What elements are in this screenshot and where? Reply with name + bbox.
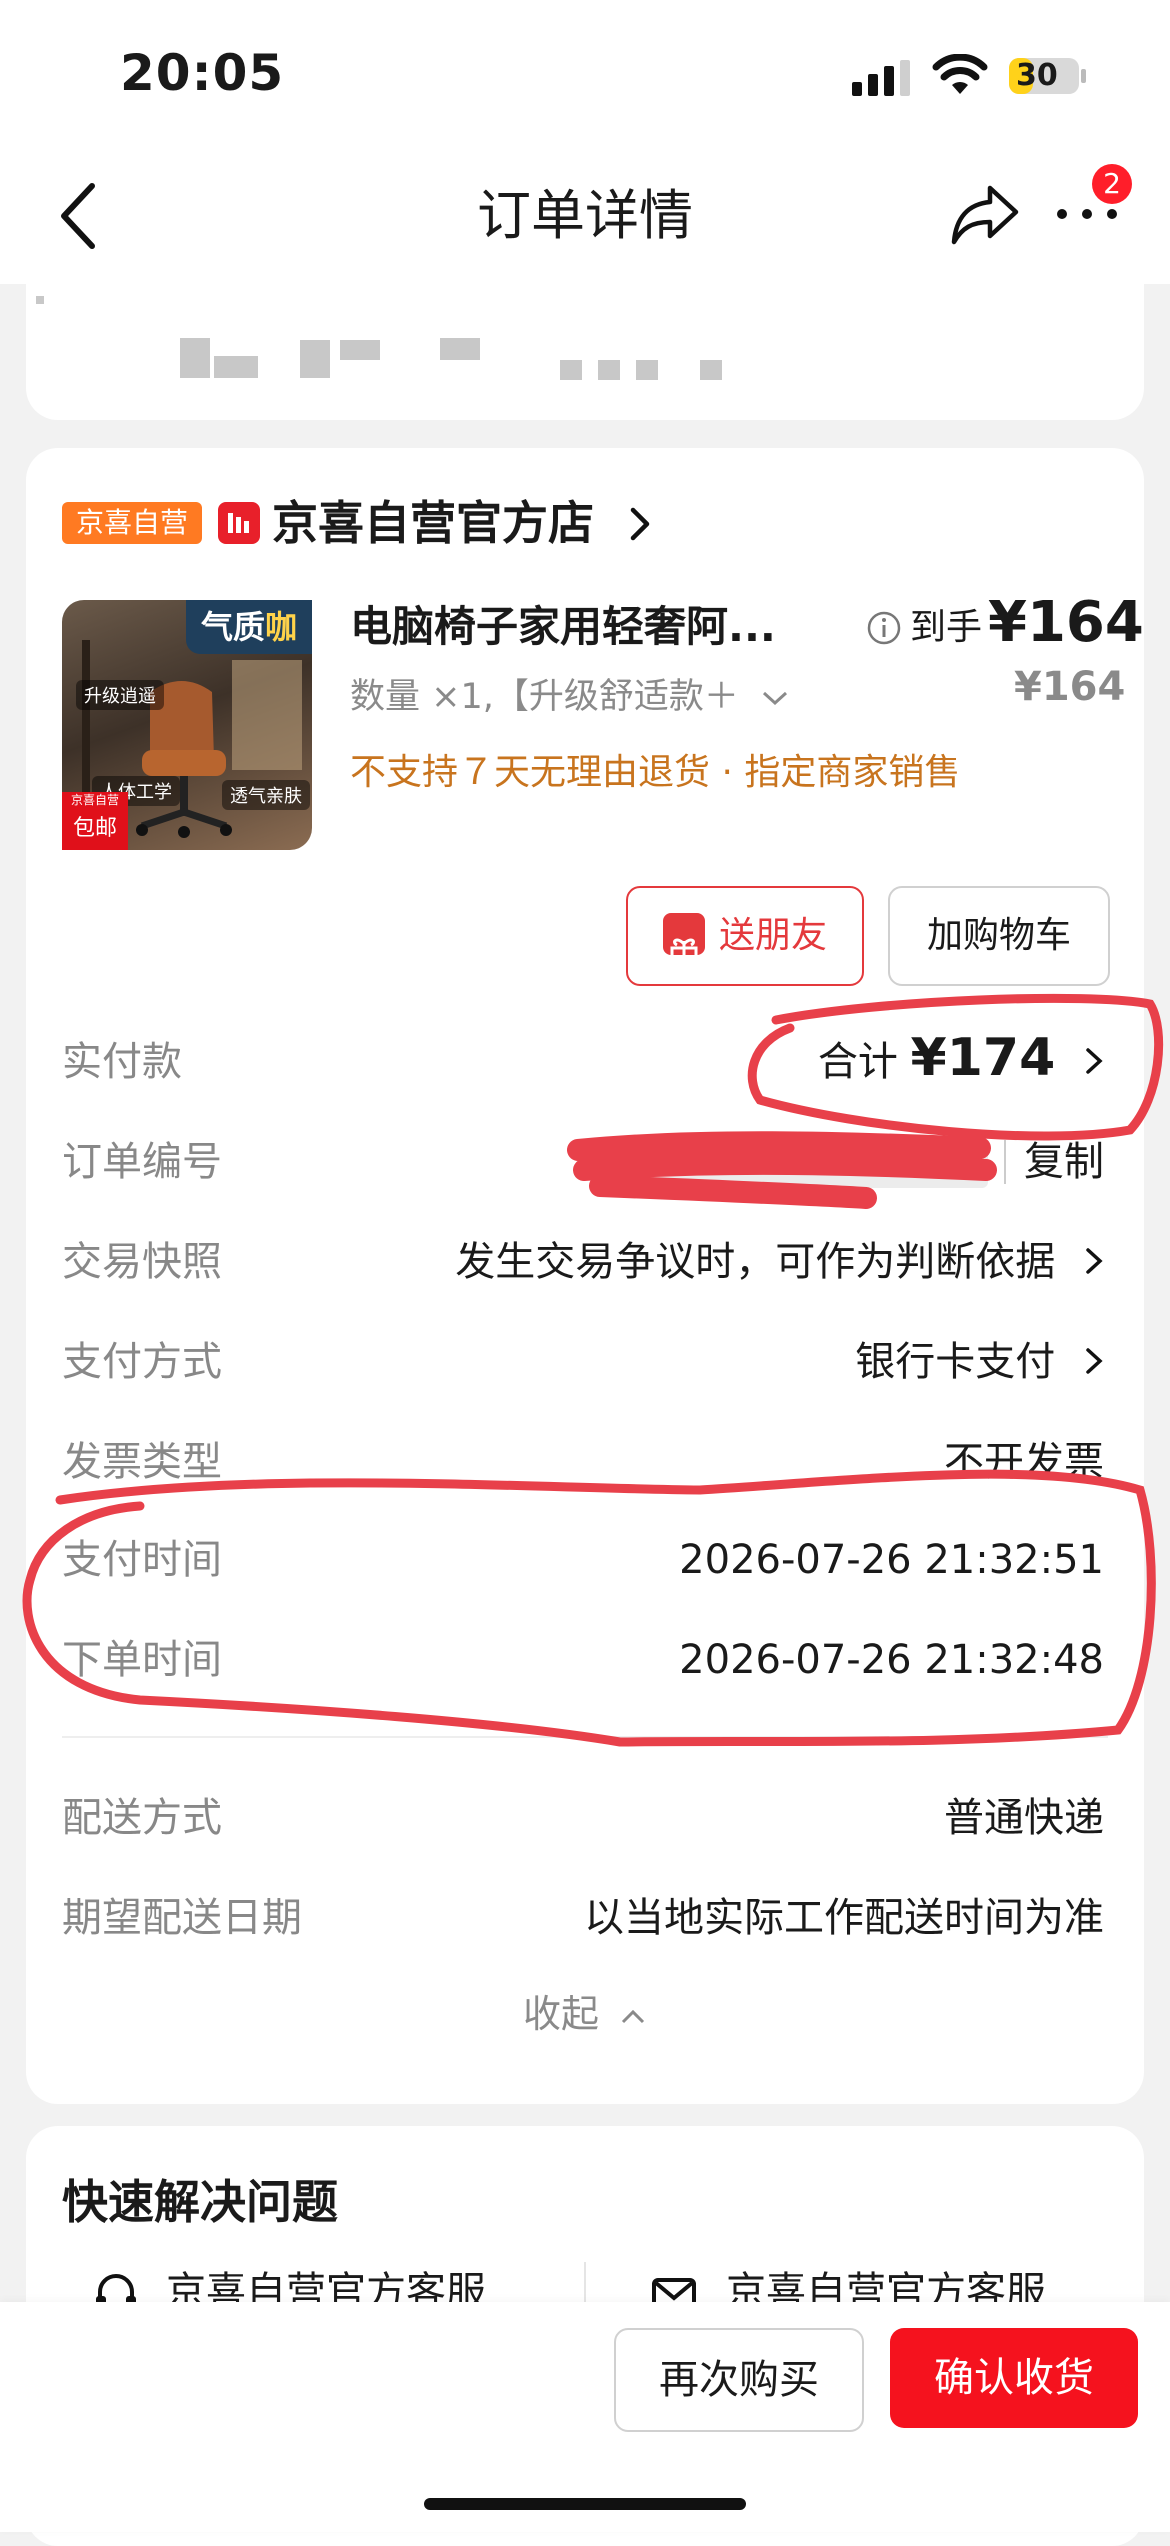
blurred-text <box>340 340 380 360</box>
blurred-text <box>440 338 480 360</box>
battery-indicator: 30 <box>1008 54 1088 98</box>
collapse-toggle[interactable]: 收起 <box>0 1984 1170 2044</box>
blurred-text <box>598 360 620 380</box>
copy-button[interactable]: 复制 <box>1024 1132 1104 1192</box>
pay-method-label: 支付方式 <box>62 1339 222 1385</box>
image-chip: 透气亲肤 <box>222 780 310 810</box>
total-row[interactable]: 合计 ¥174 <box>818 1028 1104 1092</box>
chevron-right-icon <box>1086 1048 1103 1074</box>
store-logo-icon <box>218 502 260 544</box>
confirm-receipt-button[interactable]: 确认收货 <box>890 2328 1138 2428</box>
return-policy-note: 不支持７天无理由退货 · 指定商家销售 <box>350 752 961 793</box>
pay-time-value: 2026-07-26 21:32:51 <box>679 1537 1104 1583</box>
expected-date-label: 期望配送日期 <box>62 1895 302 1941</box>
expected-date-value: 以当地实际工作配送时间为准 <box>584 1895 1104 1941</box>
pay-time-label: 支付时间 <box>62 1537 222 1583</box>
original-price: ¥164 <box>1014 664 1126 710</box>
blurred-text <box>300 340 330 378</box>
snapshot-label: 交易快照 <box>62 1239 222 1285</box>
order-time-value: 2026-07-26 21:32:48 <box>679 1637 1104 1683</box>
order-number-label: 订单编号 <box>62 1139 222 1185</box>
order-time-label: 下单时间 <box>62 1637 222 1683</box>
blurred-text <box>700 360 722 380</box>
invoice-label: 发票类型 <box>62 1439 222 1485</box>
store-name[interactable]: 京喜自营官方店 <box>272 492 594 554</box>
image-promo-top: 京喜自营 <box>62 792 128 808</box>
chevron-right-icon <box>1086 1348 1103 1374</box>
blurred-text <box>180 338 210 378</box>
chevron-right-icon[interactable] <box>628 506 652 542</box>
address-card <box>26 250 1144 420</box>
section-divider <box>62 1736 1108 1738</box>
gift-friend-button[interactable]: 送朋友 <box>626 886 864 986</box>
image-label: 气质咖 <box>186 600 312 654</box>
share-icon[interactable] <box>950 182 1022 248</box>
snapshot-row[interactable]: 发生交易争议时，可作为判断依据 <box>455 1232 1104 1292</box>
cellular-signal-icon <box>852 60 910 96</box>
chevron-right-icon <box>1086 1248 1103 1274</box>
add-to-cart-button[interactable]: 加购物车 <box>888 886 1110 986</box>
delivery-value: 普通快递 <box>944 1795 1104 1841</box>
product-spec-text: 数量 ×1,【升级舒适款＋ <box>350 677 739 717</box>
pay-method-value: 银行卡支付 <box>855 1339 1056 1385</box>
product-title[interactable]: 电脑椅子家用轻奢阿... <box>350 596 776 658</box>
paid-label: 实付款 <box>62 1039 182 1085</box>
snapshot-value: 发生交易争议时，可作为判断依据 <box>455 1239 1056 1285</box>
home-indicator <box>424 2498 746 2510</box>
chevron-down-icon <box>762 691 788 706</box>
battery-level: 30 <box>1016 58 1058 93</box>
buy-again-button[interactable]: 再次购买 <box>614 2328 864 2432</box>
store-tag: 京喜自营 <box>62 502 202 544</box>
gift-friend-label: 送朋友 <box>718 915 827 956</box>
blurred-text <box>36 296 44 304</box>
order-number-redacted <box>596 1140 988 1188</box>
gift-icon <box>662 913 705 966</box>
collapse-label: 收起 <box>522 1992 599 2036</box>
notification-badge: 2 <box>1092 164 1132 204</box>
pay-method-row[interactable]: 银行卡支付 <box>855 1332 1104 1392</box>
quick-solve-title: 快速解决问题 <box>62 2175 338 2229</box>
wifi-icon <box>932 54 988 94</box>
blurred-text <box>636 360 658 380</box>
total-amount: ¥174 <box>910 1028 1056 1088</box>
final-price: ¥164 <box>988 590 1144 655</box>
blurred-text <box>214 356 258 378</box>
copy-divider <box>1004 1140 1006 1184</box>
product-spec[interactable]: 数量 ×1,【升级舒适款＋ <box>350 668 790 726</box>
info-icon[interactable] <box>866 610 902 646</box>
delivery-label: 配送方式 <box>62 1795 222 1841</box>
total-prefix: 合计 <box>817 1039 898 1085</box>
image-label-prefix: 气质 <box>200 608 265 646</box>
invoice-value: 不开发票 <box>944 1439 1104 1485</box>
status-time: 20:05 <box>120 44 285 102</box>
blurred-text <box>560 360 582 380</box>
image-chip: 升级逍遥 <box>76 680 164 710</box>
image-label-highlight: 咖 <box>265 608 298 646</box>
image-promo: 包邮 <box>62 808 128 850</box>
price-label: 到手 <box>910 607 983 648</box>
chevron-up-icon <box>621 2009 645 2024</box>
